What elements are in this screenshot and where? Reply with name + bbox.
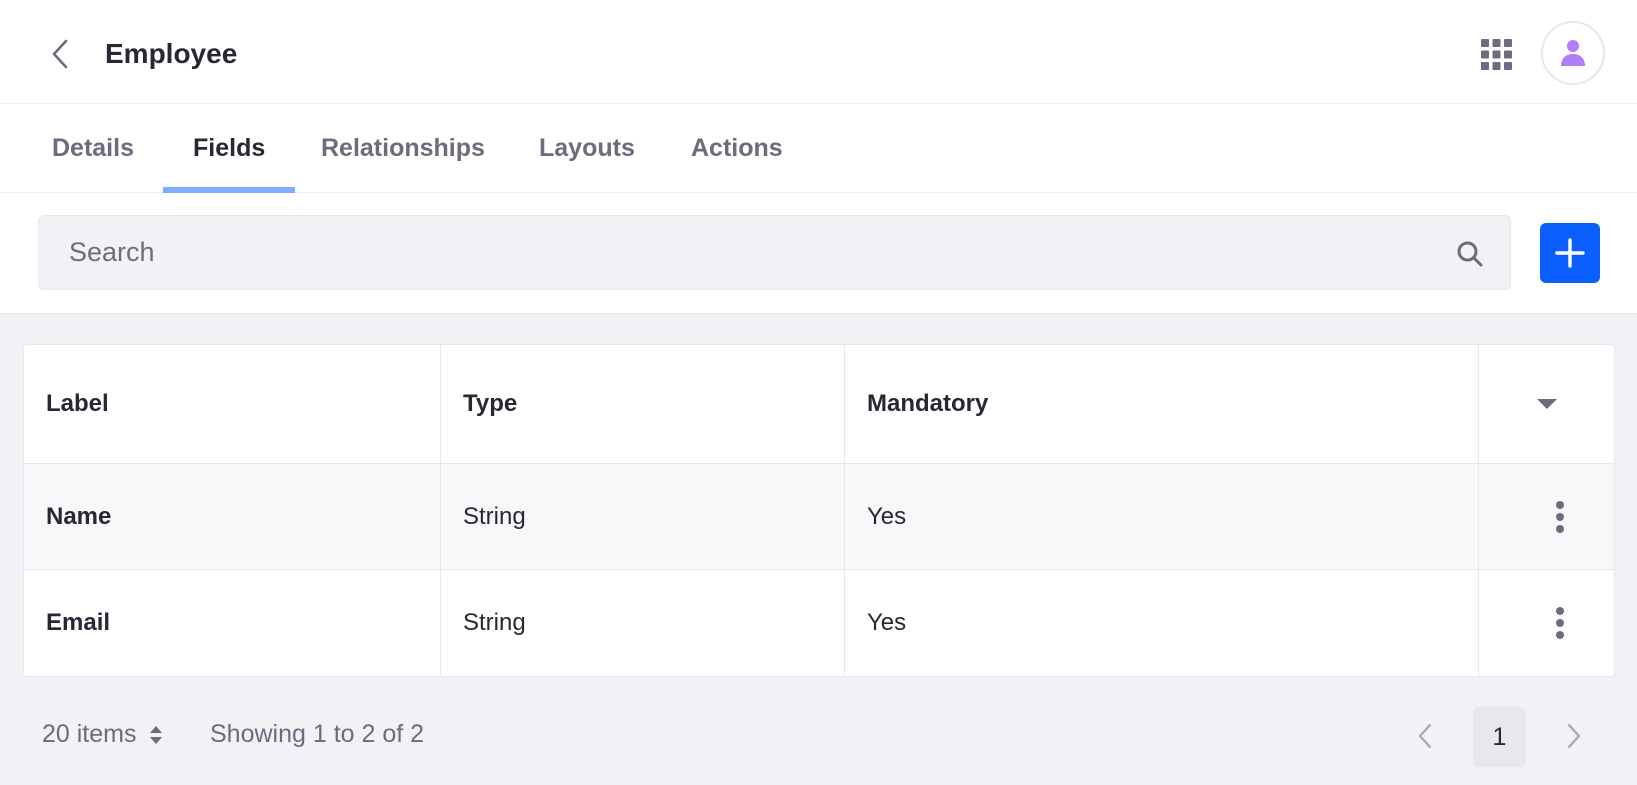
items-per-page-label: 20 items [42, 720, 137, 748]
table-header-row: Label Type Mandatory [24, 345, 1614, 464]
tab-actions[interactable]: Actions [661, 104, 813, 193]
plus-icon [1555, 238, 1585, 268]
pagination-results: Showing 1 to 2 of 2 [210, 720, 425, 748]
column-header-type[interactable]: Type [441, 345, 845, 463]
fields-table: Label Type Mandatory Name String Yes Ema… [23, 344, 1615, 677]
tab-fields[interactable]: Fields [163, 104, 296, 193]
chevron-left-icon [52, 39, 68, 69]
items-per-page-dropdown[interactable]: 20 items [42, 720, 163, 749]
search-box [38, 215, 1511, 290]
user-icon [1561, 40, 1585, 66]
next-page-button[interactable] [1556, 718, 1592, 754]
column-actions-header [1479, 345, 1614, 463]
page-title: Employee [105, 38, 238, 69]
apps-menu-button[interactable] [1476, 36, 1516, 72]
table-row[interactable]: Name String Yes [24, 464, 1614, 570]
toolbar [0, 193, 1637, 314]
cell-actions [1479, 464, 1614, 569]
search-icon[interactable] [1456, 240, 1484, 268]
row-actions-button[interactable] [1545, 497, 1575, 537]
chevron-right-icon [1567, 723, 1581, 749]
top-bar: Employee [0, 0, 1637, 104]
page-1-button[interactable]: 1 [1473, 707, 1526, 767]
column-header-label[interactable]: Label [24, 345, 441, 463]
cell-actions [1479, 570, 1614, 676]
tab-layouts[interactable]: Layouts [509, 104, 665, 193]
sort-caret-icon [150, 725, 163, 744]
cell-type: String [441, 570, 845, 676]
back-button[interactable] [44, 36, 76, 72]
vertical-ellipsis-icon [1555, 607, 1564, 639]
caret-down-icon [1536, 399, 1557, 409]
cell-label: Name [24, 464, 441, 569]
add-field-button[interactable] [1540, 223, 1600, 283]
table-row[interactable]: Email String Yes [24, 570, 1614, 676]
search-input[interactable] [39, 216, 1510, 289]
vertical-ellipsis-icon [1555, 500, 1564, 533]
cell-type: String [441, 464, 845, 569]
grid-icon [1480, 38, 1512, 70]
cell-mandatory: Yes [845, 570, 1479, 676]
cell-label: Email [24, 570, 441, 676]
chevron-left-icon [1418, 723, 1432, 749]
columns-menu-button[interactable] [1532, 389, 1562, 419]
row-actions-button[interactable] [1545, 603, 1575, 643]
tab-details[interactable]: Details [22, 104, 164, 193]
column-header-mandatory[interactable]: Mandatory [845, 345, 1479, 463]
tab-relationships[interactable]: Relationships [291, 104, 515, 193]
tab-bar: Details Fields Relationships Layouts Act… [0, 104, 1637, 193]
previous-page-button[interactable] [1407, 718, 1443, 754]
user-avatar[interactable] [1541, 21, 1605, 85]
cell-mandatory: Yes [845, 464, 1479, 569]
